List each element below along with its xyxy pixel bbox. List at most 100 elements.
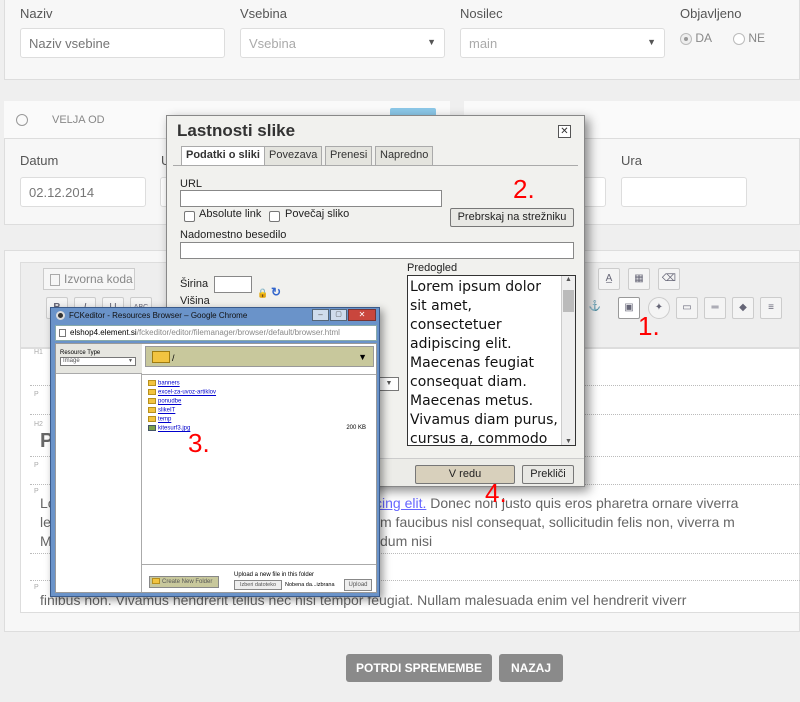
folder-item[interactable]: slikeIT bbox=[148, 407, 175, 414]
ura-label: Ura bbox=[621, 153, 642, 168]
open-folder-icon bbox=[152, 351, 170, 363]
image-icon[interactable]: ▣ bbox=[618, 297, 640, 319]
preview-scrollbar[interactable]: ▲ ▼ bbox=[561, 276, 575, 445]
window-close-button[interactable]: ✕ bbox=[348, 309, 376, 321]
absolute-link-checkbox[interactable] bbox=[184, 211, 195, 222]
address-path: /fckeditor/editor/filemanager/browser/de… bbox=[136, 328, 340, 337]
nosilec-select[interactable]: main bbox=[460, 28, 665, 58]
folder-dropdown-icon[interactable]: ▼ bbox=[358, 352, 367, 362]
minimize-button[interactable]: – bbox=[312, 309, 329, 321]
resource-type-pane bbox=[56, 344, 142, 592]
url-label: URL bbox=[180, 178, 203, 190]
tab-advanced[interactable]: Napredno bbox=[375, 146, 434, 165]
table-icon[interactable]: ▦ bbox=[628, 268, 650, 290]
editor-link[interactable]: cing elit. bbox=[375, 495, 426, 511]
browser-body: Resource Type Image ▼ / ▼ banners excel-z… bbox=[55, 343, 377, 593]
tab-upload[interactable]: Prenesi bbox=[325, 146, 373, 165]
table-row-icon[interactable]: ▭ bbox=[676, 297, 698, 319]
current-folder: / bbox=[172, 353, 175, 363]
folder-bar[interactable]: / ▼ bbox=[145, 346, 374, 367]
datum-label: Datum bbox=[20, 153, 59, 168]
block-mark: P bbox=[34, 488, 39, 495]
folder-item[interactable]: banners bbox=[148, 380, 180, 387]
upload-button[interactable]: Upload bbox=[344, 579, 372, 591]
scroll-down-icon[interactable]: ▼ bbox=[562, 438, 575, 445]
clock-icon bbox=[16, 114, 28, 126]
vsebina-select[interactable]: Vsebina bbox=[240, 28, 445, 58]
resource-type-value: Image bbox=[63, 358, 80, 364]
tab-image-info[interactable]: Podatki o sliki bbox=[181, 146, 265, 166]
preview-label: Predogled bbox=[407, 262, 458, 274]
folder-item[interactable]: temp bbox=[148, 416, 171, 423]
address-bar[interactable]: elshop4.element.si/fckeditor/editor/file… bbox=[55, 325, 377, 341]
folder-icon bbox=[148, 416, 156, 422]
close-icon[interactable]: ✕ bbox=[558, 125, 571, 138]
ura-input[interactable] bbox=[621, 177, 747, 207]
maximize-button[interactable]: ▢ bbox=[330, 309, 347, 321]
create-folder-button[interactable]: Create New Folder bbox=[149, 576, 219, 588]
upload-label: Upload a new file in this folder bbox=[234, 572, 315, 578]
back-button[interactable]: NAZAJ bbox=[499, 654, 563, 682]
naziv-label: Naziv bbox=[20, 6, 53, 21]
annotation-1: 1. bbox=[638, 311, 660, 341]
choose-file-label: Izberi datoteko bbox=[239, 582, 277, 588]
folder-item[interactable]: excel-za-uvoz-artiklov bbox=[148, 389, 216, 396]
eraser-icon[interactable]: ⌫ bbox=[658, 268, 680, 290]
reset-size-icon[interactable]: ↻ bbox=[271, 285, 281, 299]
folder-divider bbox=[142, 374, 376, 375]
lock-icon[interactable]: 🔒 bbox=[257, 288, 268, 299]
resource-type-label: Resource Type bbox=[60, 350, 101, 356]
tab-link[interactable]: Povezava bbox=[264, 146, 323, 165]
block-mark: P bbox=[34, 584, 39, 591]
choose-file-button[interactable]: Izberi datoteko bbox=[234, 580, 282, 590]
absolute-link-label: Absolute link bbox=[199, 208, 262, 220]
radio-da-circle bbox=[680, 32, 692, 45]
resource-type-select[interactable]: Image ▼ bbox=[60, 357, 136, 366]
editor-line-1-end: Donec non justo quis eros pharetra ornar… bbox=[426, 495, 739, 511]
scroll-up-icon[interactable]: ▲ bbox=[562, 276, 575, 283]
naziv-input[interactable] bbox=[20, 28, 225, 58]
url-input[interactable] bbox=[180, 190, 442, 207]
datum-input[interactable]: 02.12.2014 bbox=[20, 177, 146, 207]
upload-button-label: Upload bbox=[348, 582, 368, 588]
pagebreak-icon[interactable]: ≡ bbox=[760, 297, 782, 319]
align-select[interactable]: ▼ bbox=[379, 377, 399, 391]
folder-item[interactable]: ponudbe bbox=[148, 398, 181, 405]
find-replace-icon[interactable]: A̲ bbox=[598, 268, 620, 290]
cancel-button[interactable]: Prekliči bbox=[522, 465, 574, 484]
scroll-thumb[interactable] bbox=[563, 290, 574, 312]
radio-da[interactable]: DA bbox=[680, 31, 712, 45]
nosilec-label: Nosilec bbox=[460, 6, 503, 21]
image-file-icon bbox=[148, 425, 156, 431]
width-input[interactable] bbox=[214, 276, 252, 293]
folder-icon bbox=[148, 407, 156, 413]
nosilec-select-value: main bbox=[469, 36, 498, 51]
browser-title: FCKeditor - Resources Browser – Google C… bbox=[69, 311, 248, 320]
confirm-button[interactable]: POTRDI SPREMEMBE bbox=[346, 654, 492, 682]
folder-icon bbox=[148, 398, 156, 404]
dialog-title: Lastnosti slike bbox=[177, 121, 296, 140]
source-icon bbox=[50, 273, 60, 286]
folder-icon bbox=[148, 380, 156, 386]
block-mark: P bbox=[34, 391, 39, 398]
block-mark: H2 bbox=[34, 421, 43, 428]
create-folder-label: Create New Folder bbox=[162, 579, 213, 585]
annotation-3: 3. bbox=[188, 428, 210, 458]
objavljeno-label: Objavljeno bbox=[680, 6, 742, 21]
file-item[interactable]: kitesurf3.jpg 200 KB bbox=[148, 425, 368, 432]
radio-ne[interactable]: NE bbox=[733, 31, 765, 45]
enlarge-label: Povečaj sliko bbox=[285, 208, 350, 220]
footer-divider bbox=[142, 564, 376, 565]
editor-line-3-end: dum nisi bbox=[380, 533, 433, 549]
editor-line-1: cing elit. Donec non justo quis eros pha… bbox=[375, 495, 738, 511]
hline-icon[interactable]: ═ bbox=[704, 297, 726, 319]
resources-browser-window: FCKeditor - Resources Browser – Google C… bbox=[50, 307, 380, 597]
anchor-icon[interactable]: ⚓ bbox=[584, 297, 606, 319]
page-icon bbox=[59, 329, 66, 337]
source-button[interactable]: Izvorna koda bbox=[43, 268, 135, 290]
radio-da-label: DA bbox=[695, 31, 713, 45]
special-char-icon[interactable]: ◆ bbox=[732, 297, 754, 319]
enlarge-checkbox[interactable] bbox=[269, 211, 280, 222]
browse-server-button[interactable]: Prebrskaj na strežniku bbox=[450, 208, 574, 227]
alt-text-input[interactable] bbox=[180, 242, 574, 259]
